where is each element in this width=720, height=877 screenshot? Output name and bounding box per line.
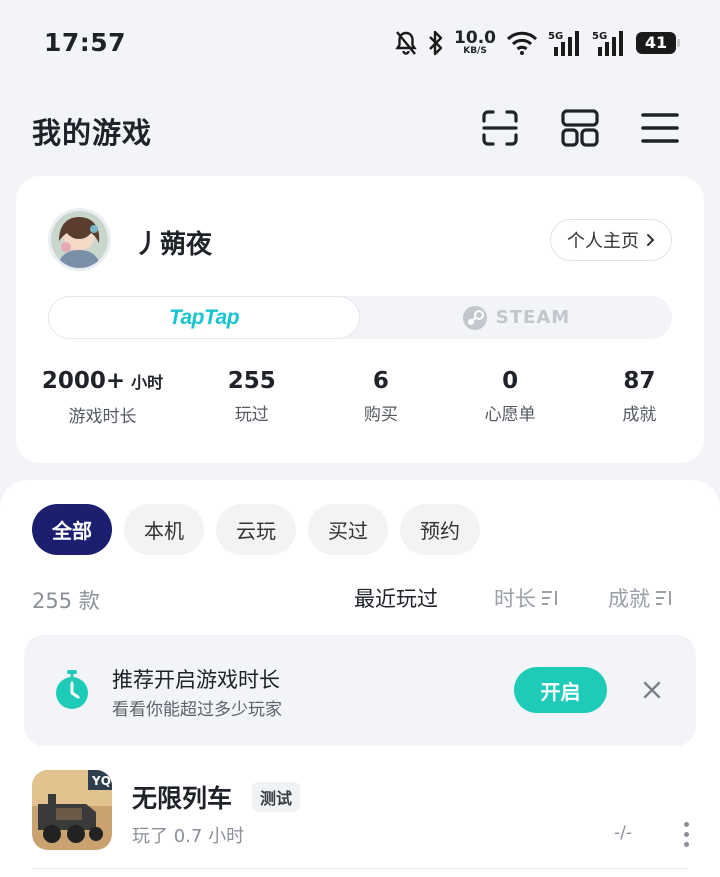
stat-achievements[interactable]: 87 成就	[575, 366, 704, 427]
menu-icon	[641, 113, 679, 143]
game-icon: YQ	[32, 770, 112, 850]
more-icon[interactable]	[676, 819, 696, 849]
scan-button[interactable]	[478, 106, 522, 150]
page-title: 我的游戏	[32, 116, 153, 150]
steam-icon	[462, 305, 487, 330]
net-speed: 10.0 KB/S	[454, 30, 496, 56]
stat-playtime[interactable]: 2000+ 小时 游戏时长	[16, 366, 187, 427]
net-speed-unit: KB/S	[463, 46, 487, 56]
enable-button[interactable]: 开启	[514, 667, 607, 713]
stat-value: 2000+	[41, 368, 126, 394]
grid-button[interactable]	[558, 106, 602, 150]
stat-unit: 小时	[131, 373, 164, 392]
sort-icon	[656, 591, 671, 605]
chip-bought[interactable]: 买过	[308, 504, 388, 555]
games-sheet: 全部 本机 云玩 买过 预约 255 款 最近玩过 时长 成就 推荐开启游戏时长…	[0, 480, 720, 877]
grid-icon	[561, 109, 599, 147]
avatar[interactable]	[48, 208, 111, 271]
banner-subtitle: 看看你能超过多少玩家	[112, 700, 282, 720]
net-speed-value: 10.0	[454, 28, 496, 48]
chevron-right-icon	[647, 234, 655, 246]
wifi-icon	[506, 31, 538, 55]
banner-title: 推荐开启游戏时长	[112, 668, 280, 692]
chip-local[interactable]: 本机	[124, 504, 204, 555]
mute-icon	[394, 30, 418, 56]
signal-icon: 5G	[548, 29, 582, 57]
game-tag: 测试	[252, 782, 301, 812]
status-icons: 10.0 KB/S 5G 5G 41	[394, 28, 680, 58]
signal-1-label: 5G	[548, 31, 563, 42]
stat-value: 255	[227, 368, 276, 394]
username: 丿蒴夜	[134, 230, 213, 260]
sort-recent[interactable]: 最近玩过	[354, 583, 438, 613]
tab-taptap[interactable]: TapTap	[48, 296, 360, 339]
chip-all[interactable]: 全部	[32, 504, 112, 555]
sort-recent-label: 最近玩过	[354, 587, 438, 611]
signal-icon: 5G	[592, 29, 626, 57]
scan-icon	[482, 110, 518, 146]
signal-2-label: 5G	[592, 31, 607, 42]
svg-text:YQ: YQ	[91, 774, 111, 788]
stat-wishlist[interactable]: 0 心愿单	[446, 366, 575, 427]
platform-switch: TapTap STEAM	[48, 296, 672, 339]
game-name: 无限列车	[132, 784, 233, 813]
tab-steam[interactable]: STEAM	[360, 296, 672, 339]
status-time: 17:57	[44, 28, 127, 57]
status-bar: 17:57 10.0 KB/S 5G 5G 41	[0, 0, 720, 86]
game-count: 255 款	[32, 589, 100, 613]
stat-label: 成就	[622, 405, 657, 425]
playtime-banner: 推荐开启游戏时长 看看你能超过多少玩家 开启	[24, 635, 696, 746]
battery-level: 41	[644, 33, 668, 52]
sort-duration[interactable]: 时长	[494, 583, 560, 613]
game-playtime: 玩了 0.7 小时	[132, 826, 245, 847]
game-rating: -/-	[614, 823, 632, 843]
stat-played[interactable]: 255 玩过	[187, 366, 316, 427]
stat-label: 玩过	[234, 405, 269, 425]
bluetooth-icon	[428, 30, 444, 56]
stat-value: 6	[372, 368, 389, 394]
sort-duration-label: 时长	[494, 587, 536, 611]
stat-value: 0	[502, 368, 519, 394]
stat-label: 心愿单	[484, 405, 536, 425]
stat-label: 购买	[363, 405, 398, 425]
filter-chips: 全部 本机 云玩 买过 预约	[32, 504, 480, 555]
stats-row: 2000+ 小时 游戏时长 255 玩过 6 购买 0 心愿单 87 成就	[16, 366, 704, 427]
sort-icon	[542, 591, 557, 605]
steam-label: STEAM	[495, 307, 571, 328]
profile-home-label: 个人主页	[567, 231, 639, 252]
sort-achievement-label: 成就	[608, 587, 650, 611]
taptap-logo: TapTap	[168, 305, 240, 329]
chip-cloud[interactable]: 云玩	[216, 504, 296, 555]
menu-button[interactable]	[638, 106, 682, 150]
stat-value: 87	[623, 368, 656, 394]
stopwatch-icon	[56, 670, 88, 709]
stat-purchased[interactable]: 6 购买	[316, 366, 445, 427]
profile-card: 丿蒴夜 个人主页 TapTap STEAM 2000+ 小时 游戏时长 255 玩…	[16, 176, 704, 463]
divider	[32, 868, 688, 869]
profile-home-button[interactable]: 个人主页	[550, 219, 672, 261]
close-icon	[643, 681, 661, 699]
close-button[interactable]	[636, 674, 668, 706]
chip-reserved[interactable]: 预约	[400, 504, 480, 555]
stat-label: 游戏时长	[68, 407, 137, 427]
battery-icon: 41	[636, 32, 680, 54]
game-list-item[interactable]: YQ 无限列车 测试 玩了 0.7 小时 -/-	[0, 765, 720, 855]
sort-achievement[interactable]: 成就	[608, 583, 674, 613]
